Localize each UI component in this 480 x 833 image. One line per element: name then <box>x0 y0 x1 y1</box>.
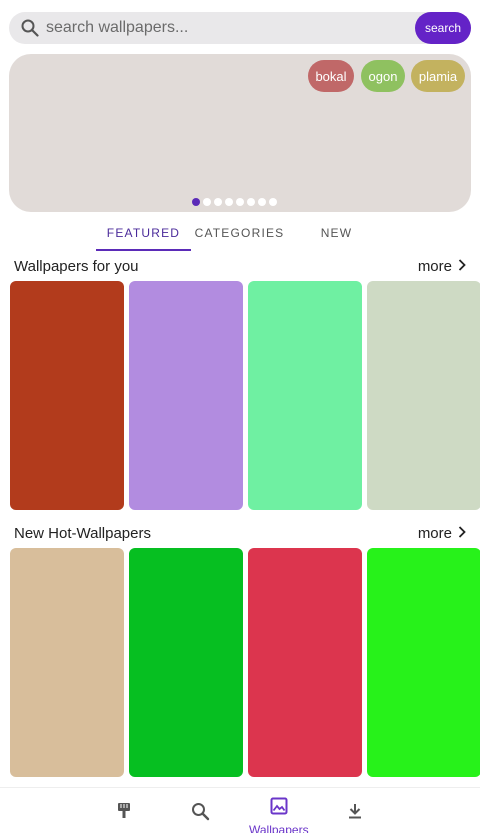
chevron-right-icon <box>458 258 466 275</box>
chevron-right-icon <box>458 525 466 542</box>
nav-item-download[interactable] <box>347 803 363 824</box>
brush-icon <box>115 802 133 825</box>
active-tab-indicator <box>96 249 191 251</box>
page-dot[interactable] <box>258 198 266 206</box>
search-icon <box>191 802 210 826</box>
wallpaper-card[interactable] <box>129 548 243 777</box>
search-bar: search <box>9 12 471 44</box>
page-dot[interactable] <box>192 198 200 206</box>
nav-item-search[interactable] <box>191 802 210 826</box>
search-input[interactable] <box>46 13 471 43</box>
page-dot[interactable] <box>225 198 233 206</box>
search-button[interactable]: search <box>415 12 471 44</box>
page-dot[interactable] <box>236 198 244 206</box>
featured-banner[interactable]: bokal ogon plamia <box>9 54 471 212</box>
wallpaper-card[interactable] <box>248 548 362 777</box>
nav-item-brush[interactable] <box>115 802 133 825</box>
more-link-new-hot-wallpapers[interactable]: more <box>418 525 466 542</box>
wallpapers-for-you-row <box>10 281 480 510</box>
more-label: more <box>417 258 452 275</box>
tag-ogon[interactable]: ogon <box>361 60 405 92</box>
wallpapers-icon <box>270 797 288 820</box>
tag-bokal[interactable]: bokal <box>308 60 354 92</box>
tab-featured[interactable]: FEATURED <box>96 222 191 244</box>
wallpaper-card[interactable] <box>10 281 124 510</box>
bottom-navigation: Wallpapers <box>0 787 480 833</box>
wallpaper-card[interactable] <box>129 281 243 510</box>
tag-plamia[interactable]: plamia <box>411 60 465 92</box>
more-label: more <box>417 525 452 542</box>
nav-item-wallpapers[interactable]: Wallpapers <box>249 797 309 833</box>
wallpaper-card[interactable] <box>248 281 362 510</box>
download-icon <box>347 803 363 824</box>
tab-bar: FEATURED CATEGORIES NEW <box>96 222 385 252</box>
section-title-wallpapers-for-you: Wallpapers for you <box>14 258 139 275</box>
search-icon <box>20 18 40 38</box>
wallpaper-card[interactable] <box>367 281 480 510</box>
wallpaper-card[interactable] <box>10 548 124 777</box>
new-hot-wallpapers-row <box>10 548 480 777</box>
page-dot[interactable] <box>214 198 222 206</box>
more-link-wallpapers-for-you[interactable]: more <box>418 258 466 275</box>
banner-page-indicator <box>192 198 277 206</box>
tab-categories[interactable]: CATEGORIES <box>191 222 288 244</box>
wallpaper-card[interactable] <box>367 548 480 777</box>
tab-new[interactable]: NEW <box>288 222 385 244</box>
section-title-new-hot-wallpapers: New Hot-Wallpapers <box>14 525 151 542</box>
page-dot[interactable] <box>203 198 211 206</box>
page-dot[interactable] <box>269 198 277 206</box>
nav-label-wallpapers: Wallpapers <box>249 823 309 833</box>
page-dot[interactable] <box>247 198 255 206</box>
